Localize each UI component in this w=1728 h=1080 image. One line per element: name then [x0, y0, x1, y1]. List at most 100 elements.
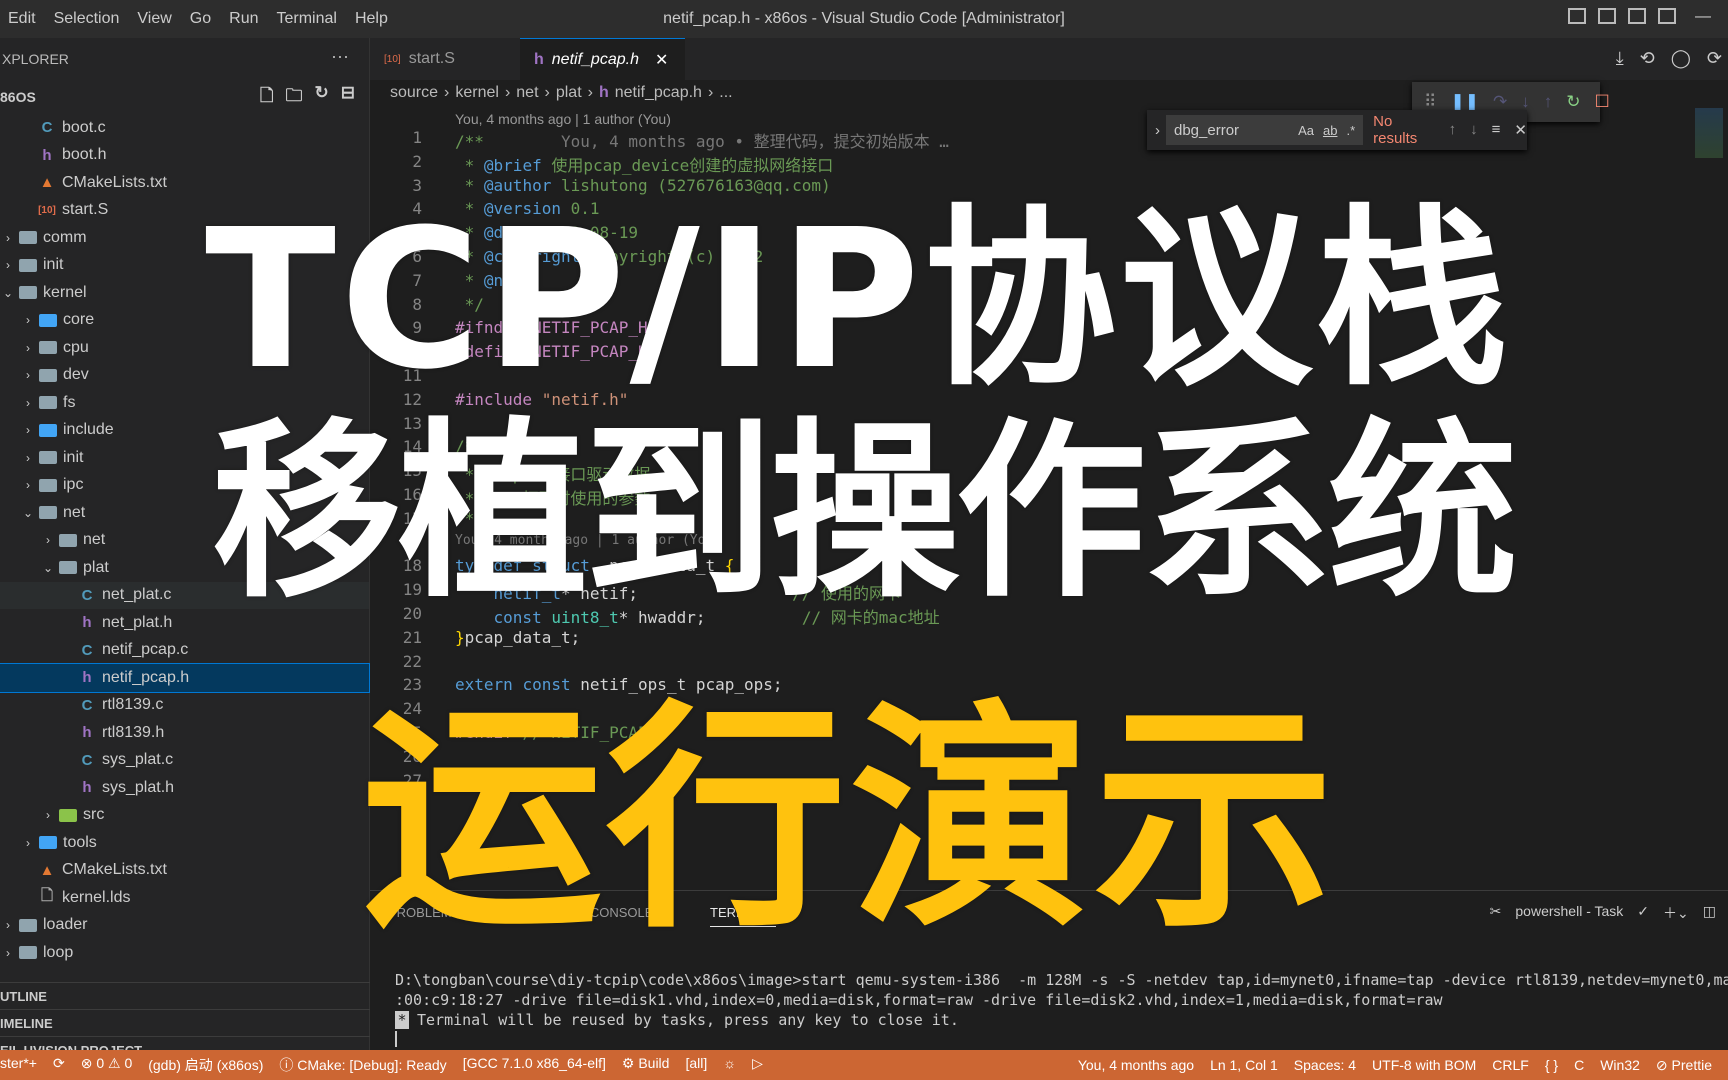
go-back-icon[interactable]: ⟲ [1640, 48, 1655, 69]
status-item[interactable]: CRLF [1492, 1057, 1529, 1074]
match-case-toggle[interactable]: Aa [1298, 123, 1314, 138]
breadcrumb-item[interactable]: netif_pcap.h [615, 84, 702, 101]
toggle-replace-icon[interactable]: › [1155, 122, 1160, 139]
previous-match-icon[interactable]: ↑ [1449, 121, 1457, 139]
project-name: 86OS [0, 89, 36, 105]
regex-toggle[interactable]: .* [1346, 123, 1355, 138]
tree-item[interactable]: › src [0, 802, 369, 830]
chevron-right-icon: › [26, 395, 30, 410]
status-item[interactable]: [all] [685, 1055, 707, 1075]
toggle-panel-icon[interactable] [1598, 8, 1616, 24]
close-tab-icon[interactable]: ✕ [655, 50, 668, 70]
find-input[interactable]: dbg_error Aa ab .* [1166, 115, 1364, 145]
status-item[interactable]: ▷ [752, 1055, 763, 1075]
whole-word-toggle[interactable]: ab [1323, 123, 1337, 138]
breadcrumb-item[interactable]: plat [556, 84, 582, 101]
close-find-icon[interactable]: ✕ [1514, 121, 1527, 139]
tree-item[interactable]: Cboot.c [0, 114, 369, 142]
new-terminal-icon[interactable]: ＋⌄ [1663, 903, 1689, 923]
tree-item-label: core [63, 311, 95, 329]
tree-item[interactable]: › loop [0, 939, 369, 967]
stop-icon[interactable]: ☐ [1594, 92, 1609, 112]
menu-go[interactable]: Go [190, 10, 211, 27]
status-item[interactable]: [GCC 7.1.0 x86_64-elf] [463, 1055, 606, 1075]
split-terminal-icon[interactable]: ◫ [1703, 903, 1716, 923]
tree-item[interactable]: › loader [0, 912, 369, 940]
folder-open-icon [39, 506, 57, 520]
status-item[interactable]: ⊗ 0 ⚠ 0 [81, 1055, 133, 1075]
breadcrumb-item[interactable]: source [390, 84, 438, 101]
tree-item[interactable]: Csys_plat.c [0, 747, 369, 775]
status-item[interactable]: ⊘ Prettie [1656, 1057, 1712, 1074]
status-item[interactable]: { } [1545, 1057, 1558, 1074]
chevron-right-icon: › [26, 340, 30, 355]
toggle-sidebar-icon[interactable] [1568, 8, 1586, 24]
find-in-selection-icon[interactable]: ≡ [1492, 121, 1501, 139]
status-item[interactable]: (gdb) 启动 (x86os) [148, 1055, 263, 1075]
customize-layout-icon[interactable] [1658, 8, 1676, 24]
next-match-icon[interactable]: ↓ [1470, 121, 1478, 139]
menu-view[interactable]: View [137, 10, 171, 27]
status-item[interactable]: ⓘ CMake: [Debug]: Ready [279, 1055, 446, 1075]
step-over-icon[interactable]: ↷ [1493, 92, 1507, 112]
restart-icon[interactable]: ↻ [1566, 92, 1580, 112]
breadcrumb-item[interactable]: kernel [455, 84, 499, 101]
menu-help[interactable]: Help [355, 10, 388, 27]
tree-item-label: sys_plat.h [102, 778, 175, 796]
timeline-section[interactable]: IMELINE [0, 1009, 370, 1036]
breadcrumb-item[interactable]: net [516, 84, 538, 101]
menu-terminal[interactable]: Terminal [277, 10, 337, 27]
new-folder-icon[interactable]: 🗀 [286, 83, 303, 112]
collapse-all-icon[interactable]: ⊟ [341, 83, 355, 112]
outline-section[interactable]: UTLINE [0, 982, 370, 1009]
tree-item-label: include [63, 421, 114, 439]
tree-item[interactable]: 🗋 kernel.lds [0, 884, 369, 912]
timeline-icon[interactable]: ◯ [1671, 48, 1691, 69]
menu-edit[interactable]: Edit [8, 10, 36, 27]
breadcrumb-item[interactable]: ... [719, 84, 732, 101]
minimap[interactable] [1695, 108, 1723, 158]
terminal-instance[interactable]: powershell - Task [1515, 903, 1623, 923]
download-icon[interactable]: ⤓ [1616, 48, 1624, 69]
project-header[interactable]: 86OS 🗋 🗀 ↻ ⊟ [0, 80, 369, 114]
status-item[interactable]: Win32 [1600, 1057, 1640, 1074]
status-item[interactable]: You, 4 months ago [1078, 1057, 1194, 1074]
tree-item[interactable]: Cnetif_pcap.c [0, 637, 369, 665]
tab-start-s[interactable]: [10] start.S [370, 38, 520, 80]
status-item[interactable]: C [1574, 1057, 1584, 1074]
overlay-title-line2: 移植到操作系统 [212, 402, 1518, 623]
step-out-icon[interactable]: ↑ [1544, 92, 1553, 112]
tree-item-label: boot.h [62, 146, 107, 164]
tree-item[interactable]: h boot.h [0, 142, 369, 170]
step-into-icon[interactable]: ↓ [1521, 92, 1530, 112]
tree-item[interactable]: ▲ CMakeLists.txt [0, 857, 369, 885]
tree-item-label: init [43, 256, 64, 274]
status-item[interactable]: ⟳ [53, 1055, 65, 1075]
menu-run[interactable]: Run [229, 10, 258, 27]
tree-item[interactable]: h netif_pcap.h [0, 663, 370, 693]
refresh-icon[interactable]: ↻ [315, 83, 329, 112]
minimize-button[interactable]: — [1688, 8, 1718, 26]
tree-item[interactable]: h rtl8139.h [0, 719, 369, 747]
folder-icon [39, 478, 57, 492]
tree-item[interactable]: Crtl8139.c [0, 692, 369, 720]
status-item[interactable]: ☼ [723, 1055, 736, 1075]
new-file-icon[interactable]: 🗋 [260, 83, 274, 112]
code-line[interactable]: * @brief 使用pcap_device创建的虚拟网络接口 [455, 152, 834, 176]
status-item[interactable]: Ln 1, Col 1 [1210, 1057, 1278, 1074]
status-item[interactable]: ⚙ Build [622, 1055, 670, 1075]
pause-icon[interactable]: ❚❚ [1450, 92, 1479, 112]
status-item[interactable]: Spaces: 4 [1294, 1057, 1356, 1074]
toggle-secondary-sidebar-icon[interactable] [1628, 8, 1646, 24]
status-item[interactable]: ster*+ [0, 1055, 37, 1075]
go-forward-icon[interactable]: ⟳ [1707, 48, 1722, 69]
more-actions-icon[interactable]: ··· [331, 46, 349, 67]
drag-handle-icon[interactable]: ⠿ [1424, 92, 1436, 112]
code-line[interactable]: }pcap_data_t; [455, 628, 580, 647]
status-item[interactable]: UTF-8 with BOM [1372, 1057, 1476, 1074]
tree-item[interactable]: h sys_plat.h [0, 774, 369, 802]
tab-netif-pcap-h[interactable]: h netif_pcap.h ✕ [520, 38, 685, 80]
menu-selection[interactable]: Selection [54, 10, 120, 27]
code-line[interactable]: /** You, 4 months ago • 整理代码，提交初始版本 … [455, 128, 949, 152]
tree-item[interactable]: › tools [0, 829, 369, 857]
